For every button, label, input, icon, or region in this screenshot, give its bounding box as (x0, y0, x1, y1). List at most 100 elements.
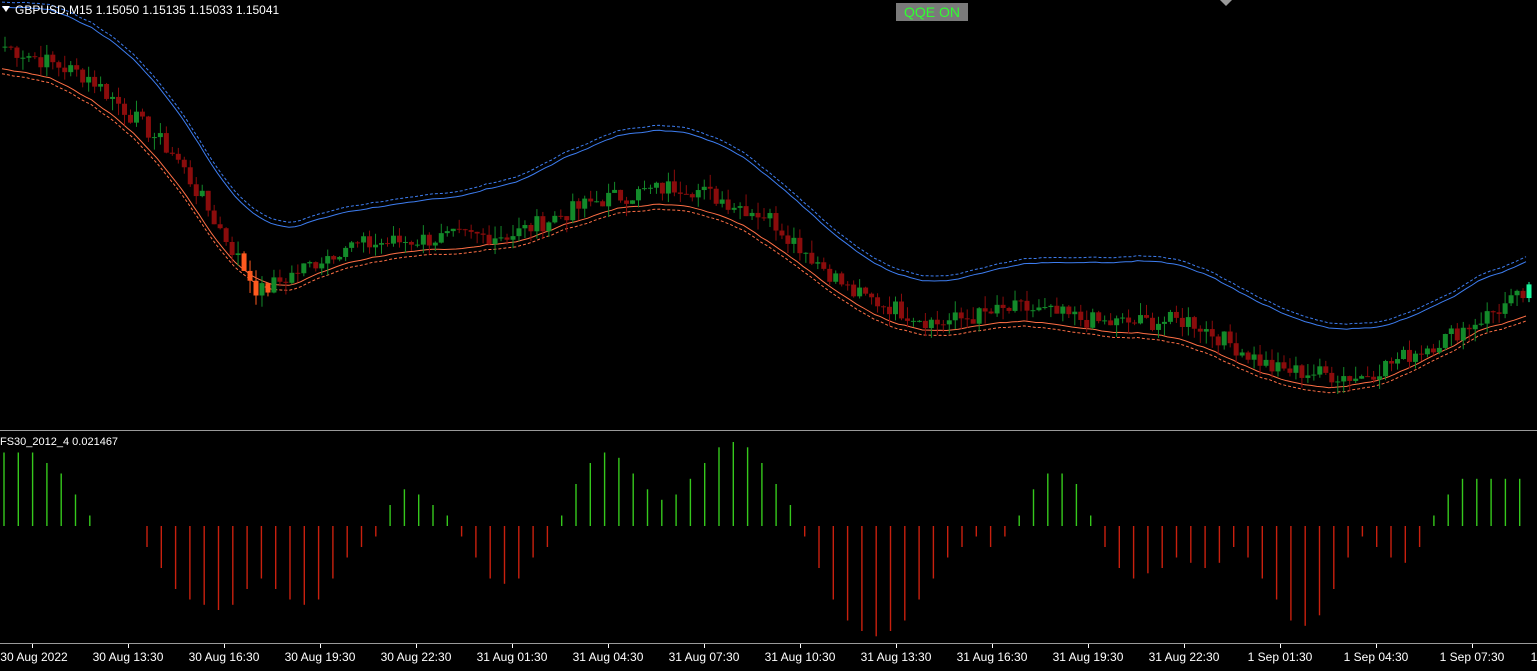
time-label: 1 (1530, 650, 1537, 664)
time-label: 30 Aug 13:30 (92, 650, 164, 664)
candle-body (982, 308, 988, 312)
candle-body (426, 234, 432, 246)
candle-body (916, 320, 922, 322)
candle-body (1054, 305, 1060, 314)
chart-shift-marker-icon[interactable] (1220, 0, 1232, 6)
candle-body (1006, 307, 1012, 311)
candle-body (1126, 317, 1132, 323)
candle-body (1305, 375, 1311, 378)
candle-body (845, 284, 851, 286)
time-label: 1 Sep 01:30 (1247, 650, 1313, 664)
candle-body (1448, 328, 1454, 335)
candle-body (731, 207, 737, 210)
candle-body (1395, 359, 1401, 364)
candle-body (1257, 354, 1263, 366)
candle-body (414, 244, 420, 246)
candle-body (1347, 376, 1353, 381)
candle-body (881, 306, 887, 308)
candle-body (1227, 331, 1233, 344)
candle-body (570, 201, 576, 221)
candle-body (2, 46, 8, 48)
price-chart[interactable] (0, 0, 1537, 430)
candle-body (1155, 323, 1161, 330)
candle-body (468, 230, 474, 232)
candle-body (600, 201, 606, 207)
candle-body (420, 234, 426, 245)
candle-body (313, 262, 319, 269)
lower-band-line (1, 68, 1527, 389)
candle-body (307, 262, 313, 264)
time-label: 30 Aug 2022 (0, 650, 68, 664)
candle-body (719, 199, 725, 204)
candle-body (761, 217, 767, 219)
candle-body (1454, 328, 1460, 341)
candle-body (1508, 295, 1514, 304)
candle-body (343, 247, 349, 257)
candle-body (253, 280, 259, 296)
candle-body (869, 293, 875, 298)
candle-body (815, 262, 821, 264)
candle-body (331, 256, 337, 260)
candle-body (1335, 381, 1341, 383)
candle-body (163, 133, 169, 153)
candle-body (62, 67, 68, 73)
candle-body (1526, 284, 1532, 299)
candle-body (1251, 354, 1257, 360)
candle-body (104, 84, 110, 99)
indicator-histogram[interactable] (0, 431, 1537, 643)
candle-body (1066, 306, 1072, 315)
candle-body (474, 231, 480, 234)
candle-body (952, 312, 958, 321)
dropdown-triangle-icon[interactable] (2, 6, 10, 12)
time-label: 31 Aug 10:30 (764, 650, 836, 664)
candle-body (235, 253, 241, 256)
candle-body (671, 181, 677, 193)
candle-body (516, 228, 522, 237)
candle-body (922, 320, 928, 329)
candle-body (1514, 290, 1520, 296)
candle-body (1120, 317, 1126, 319)
candle-body (361, 236, 367, 243)
candle-body (402, 241, 408, 243)
candle-body (898, 301, 904, 319)
candle-body (199, 190, 205, 197)
candle-body (1341, 376, 1347, 382)
candle-body (1371, 376, 1377, 380)
candle-body (1036, 307, 1042, 311)
candle-body (1144, 315, 1150, 318)
time-label: 1 Sep 07:30 (1439, 650, 1505, 664)
candle-body (450, 228, 456, 232)
candle-body (1329, 372, 1335, 383)
candle-body (1263, 359, 1269, 366)
candle-body (1197, 328, 1203, 332)
time-tick (1280, 644, 1281, 648)
candle-body (528, 224, 534, 232)
candle-body (737, 206, 743, 208)
time-tick (128, 644, 129, 648)
candle-body (145, 116, 151, 138)
time-label: 31 Aug 19:30 (1052, 650, 1124, 664)
candle-body (205, 190, 211, 211)
candle-body (379, 243, 385, 245)
time-tick (416, 644, 417, 648)
candle-body (1418, 353, 1424, 355)
qqe-toggle-button[interactable]: QQE ON (896, 3, 968, 21)
candle-body (618, 189, 624, 201)
time-label: 31 Aug 01:30 (476, 650, 548, 664)
candle-body (1412, 353, 1418, 362)
candle-body (271, 277, 277, 293)
candle-body (773, 213, 779, 231)
symbol-info: GBPUSD,M15 1.15050 1.15135 1.15033 1.150… (2, 3, 279, 17)
candle-body (1000, 304, 1006, 308)
candle-body (1072, 311, 1078, 315)
upper-band-dashed-line (1, 1, 1527, 325)
candle-body (1287, 368, 1293, 373)
candle-body (665, 181, 671, 194)
candle-body (1239, 352, 1245, 356)
candle-body (151, 137, 157, 139)
candle-body (934, 319, 940, 325)
candle-body (677, 192, 683, 194)
lower-band-dashed-line (1, 73, 1527, 394)
candle-body (432, 242, 438, 246)
candle-body (1377, 376, 1383, 380)
